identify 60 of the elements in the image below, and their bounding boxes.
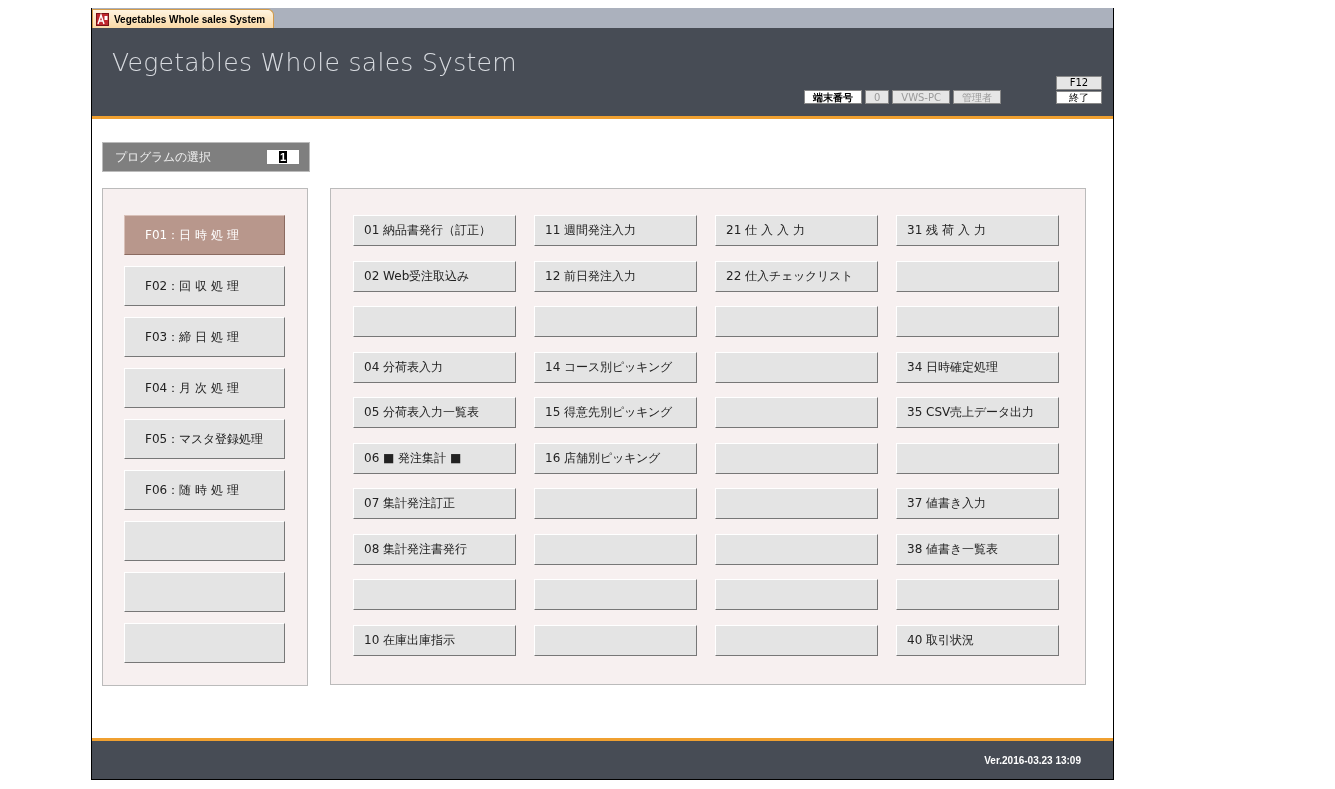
window-tab[interactable]: Vegetables Whole sales System <box>92 9 275 28</box>
program-button[interactable]: 35 CSV売上データ出力 <box>896 397 1059 428</box>
blank-button[interactable] <box>715 397 878 428</box>
blank-button[interactable] <box>715 351 878 383</box>
blank-button[interactable] <box>715 579 878 610</box>
program-button[interactable]: 14 コース別ピッキング <box>534 351 697 383</box>
blank-button[interactable] <box>715 624 878 656</box>
app-icon <box>96 12 109 26</box>
exit-button[interactable]: 終了 <box>1056 91 1102 104</box>
version-text: Ver.2016-03.23 13:09 <box>984 754 1081 766</box>
program-button[interactable]: 01 納品書発行（訂正） <box>353 215 516 246</box>
blank-button[interactable] <box>124 623 285 663</box>
status-field: 0 <box>864 90 890 104</box>
program-button[interactable]: 11 週間発注入力 <box>534 215 697 246</box>
blank-button[interactable] <box>534 306 697 337</box>
blank-button[interactable] <box>896 260 1059 292</box>
program-button[interactable]: 37 値書き入力 <box>896 488 1059 519</box>
category-button[interactable]: F03：締 日 処 理 <box>124 317 285 357</box>
program-button[interactable]: 16 店舗別ピッキング <box>534 442 697 474</box>
program-button[interactable]: 15 得意先別ピッキング <box>534 397 697 428</box>
program-button[interactable]: 10 在庫出庫指示 <box>353 624 516 656</box>
blank-button[interactable] <box>715 442 878 474</box>
blank-button[interactable] <box>124 521 285 561</box>
app-title: Vegetables Whole sales System <box>112 48 517 77</box>
program-number-field[interactable]: 1 <box>267 150 299 164</box>
blank-button[interactable] <box>715 533 878 565</box>
program-button[interactable]: 04 分荷表入力 <box>353 351 516 383</box>
status-field: 管理者 <box>953 90 1001 104</box>
blank-button[interactable] <box>353 579 516 610</box>
blank-button[interactable] <box>534 533 697 565</box>
category-button[interactable]: F04：月 次 処 理 <box>124 368 285 408</box>
blank-button[interactable] <box>896 442 1059 474</box>
program-button[interactable]: 34 日時確定処理 <box>896 351 1059 383</box>
blank-button[interactable] <box>715 306 878 337</box>
blank-button[interactable] <box>534 624 697 656</box>
blank-button[interactable] <box>534 579 697 610</box>
blank-button[interactable] <box>715 488 878 519</box>
blank-button[interactable] <box>896 306 1059 337</box>
blank-button[interactable] <box>534 488 697 519</box>
program-button[interactable]: 06 ■ 発注集計 ■ <box>353 442 516 474</box>
blank-button[interactable] <box>353 306 516 337</box>
program-button[interactable]: 07 集計発注訂正 <box>353 488 516 519</box>
program-select-label: プログラムの選択 <box>115 148 212 166</box>
status-field: VWS-PC <box>892 90 950 104</box>
program-button[interactable]: 12 前日発注入力 <box>534 260 697 292</box>
category-button[interactable]: F06：随 時 処 理 <box>124 470 285 510</box>
key-hint: F12 <box>1056 76 1102 90</box>
blank-button[interactable] <box>896 579 1059 610</box>
program-button[interactable]: 40 取引状況 <box>896 624 1059 656</box>
program-button[interactable]: 22 仕入チェックリスト <box>715 260 878 292</box>
program-button[interactable]: 21 仕 入 入 力 <box>715 215 878 246</box>
status-field: 端末番号 <box>803 90 862 104</box>
blank-button[interactable] <box>124 572 285 612</box>
program-button[interactable]: 05 分荷表入力一覧表 <box>353 397 516 428</box>
program-button[interactable]: 38 値書き一覧表 <box>896 533 1059 565</box>
program-button[interactable]: 31 残 荷 入 力 <box>896 215 1059 246</box>
category-button[interactable]: F05：マスタ登録処理 <box>124 419 285 459</box>
program-button[interactable]: 08 集計発注書発行 <box>353 533 516 565</box>
program-button[interactable]: 02 Web受注取込み <box>353 260 516 292</box>
category-button[interactable]: F02：回 収 処 理 <box>124 266 285 306</box>
